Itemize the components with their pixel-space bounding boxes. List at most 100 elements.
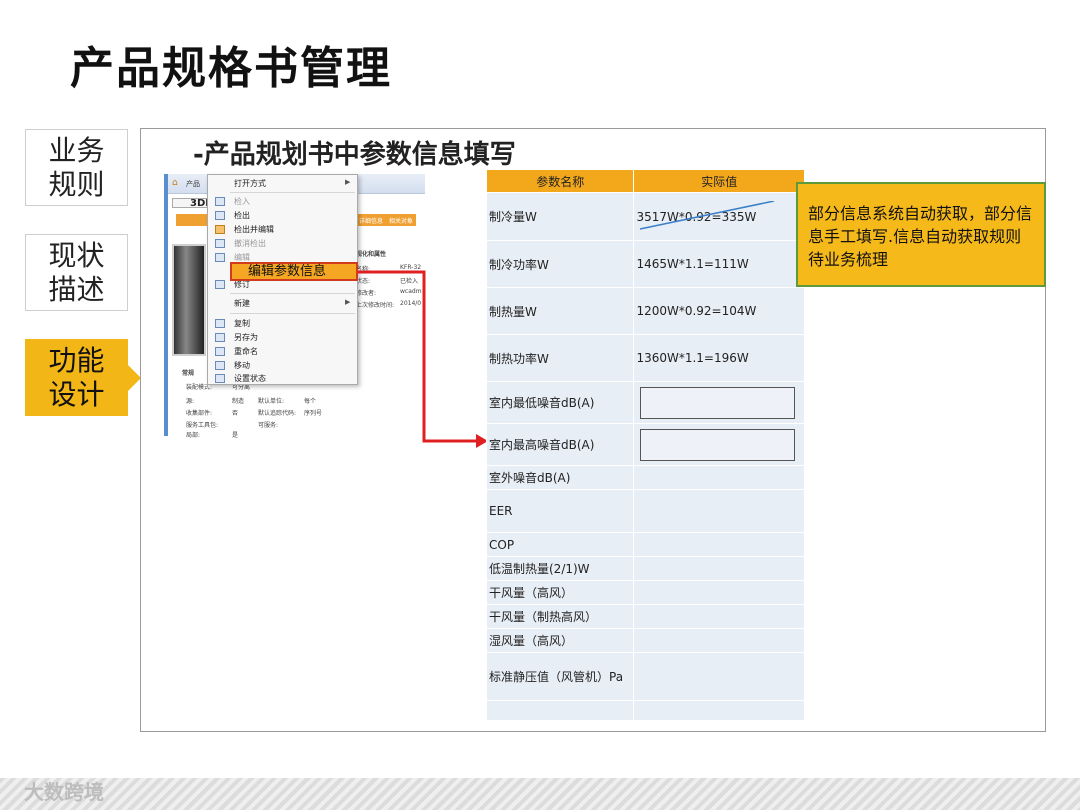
sidebar-item-label: 功能 设计 <box>48 343 105 411</box>
param-value <box>633 652 805 701</box>
edit-icon <box>215 253 225 262</box>
param-input[interactable] <box>640 386 796 419</box>
column-header-value: 实际值 <box>633 169 805 193</box>
param-name: COP <box>485 532 635 557</box>
product-thumbnail <box>172 244 206 356</box>
menu-item-save-as[interactable]: 另存为 <box>215 332 258 344</box>
param-value <box>633 700 805 721</box>
menu-item-label: 设置状态 <box>234 374 266 383</box>
section-title: -产品规划书中参数信息填写 <box>193 140 516 170</box>
param-name: 制冷量W <box>485 192 635 241</box>
menu-item-label: 修订 <box>234 280 250 289</box>
param-name: 制热功率W <box>485 334 635 382</box>
table-row: 干风量（制热高风） <box>485 604 805 629</box>
menu-item-edit-params[interactable]: 编辑参数信息 <box>230 262 358 281</box>
sidebar-item-business-rules[interactable]: 业务 规则 <box>25 129 128 206</box>
param-name: 室内最低噪音dB(A) <box>485 381 635 424</box>
submenu-arrow-icon: ▶ <box>345 178 351 186</box>
table-row: 湿风量（高风） <box>485 628 805 653</box>
menu-item-checkout-edit[interactable]: 检出并编辑 <box>215 224 274 236</box>
pencil-icon <box>215 225 225 234</box>
slide-title: 产品规格书管理 <box>70 43 392 94</box>
param-name <box>485 700 635 721</box>
column-header-name: 参数名称 <box>485 169 635 193</box>
table-row: 低温制热量(2/1)W <box>485 556 805 581</box>
param-value <box>633 628 805 653</box>
prop-label: 局部: <box>186 432 201 439</box>
menu-item-label: 撤消检出 <box>234 239 266 248</box>
menu-item-label: 编辑 <box>234 253 250 262</box>
tab-details[interactable]: 详细信息 <box>356 214 387 226</box>
menu-item-checkin[interactable]: 检入 <box>215 196 250 208</box>
param-name: 制热量W <box>485 287 635 335</box>
tab-related[interactable]: 相关对象 <box>386 214 417 226</box>
strike-line <box>640 201 775 230</box>
save-as-icon <box>215 333 225 342</box>
prop-section-label: 常规 <box>182 370 195 377</box>
prop-label: 上次修改时间: <box>356 302 395 309</box>
checkin-icon <box>215 197 225 206</box>
param-value <box>633 465 805 490</box>
table-row: 制冷功率W 1465W*1.1=111W <box>485 240 805 288</box>
app-header-label: 产品 <box>186 180 200 188</box>
param-input[interactable] <box>640 428 796 461</box>
table-header-row: 参数名称 实际值 <box>485 169 805 193</box>
param-name: 低温制热量(2/1)W <box>485 556 635 581</box>
menu-item-rename[interactable]: 重命名 <box>215 346 258 358</box>
param-value <box>633 604 805 629</box>
table-row: 制热量W 1200W*0.92=104W <box>485 287 805 335</box>
sidebar-item-current-state[interactable]: 现状 描述 <box>25 234 128 311</box>
menu-item-move[interactable]: 移动 <box>215 360 250 372</box>
prop-value: 制造 <box>232 398 245 405</box>
table-row: 标准静压值（风管机）Pa <box>485 652 805 701</box>
prop-label: 可服务: <box>258 422 279 429</box>
menu-item-label: 复制 <box>234 319 250 328</box>
prop-label: 修改者: <box>356 290 377 297</box>
menu-item-undo-checkout[interactable]: 撤消检出 <box>215 238 266 250</box>
table-row: EER <box>485 489 805 533</box>
menu-item-label: 移动 <box>234 361 250 370</box>
prop-value: 已检入 <box>400 278 419 285</box>
table-row: 室内最高噪音dB(A) <box>485 423 805 466</box>
param-value: 1465W*1.1=111W <box>633 240 805 288</box>
param-value-cell: 3517W*0.92=335W <box>633 192 805 241</box>
menu-item-set-state[interactable]: 设置状态 <box>215 373 266 385</box>
param-name: 标准静压值（风管机）Pa <box>485 652 635 701</box>
submenu-arrow-icon: ▶ <box>345 298 351 306</box>
watermark-logo: 大数跨境 <box>24 780 104 804</box>
rename-icon <box>215 347 225 356</box>
prop-value: 否 <box>232 410 239 417</box>
prop-value: 2014/0 <box>400 300 422 307</box>
prop-label: 收集部件: <box>186 410 213 417</box>
sidebar-item-label: 业务 规则 <box>48 133 105 201</box>
param-name: 制冷功率W <box>485 240 635 288</box>
prop-label: 状态: <box>356 278 371 285</box>
param-value-cell <box>633 381 805 424</box>
param-name: 干风量（高风） <box>485 580 635 605</box>
menu-item-copy[interactable]: 复制 <box>215 318 250 330</box>
prop-label: 服务工具包: <box>186 422 219 429</box>
menu-item-open-with[interactable]: 打开方式 <box>234 178 266 190</box>
menu-item-label: 另存为 <box>234 333 258 342</box>
prop-label: 默认追踪代码: <box>258 410 297 417</box>
prop-label: 默认单位: <box>258 398 285 405</box>
menu-item-new[interactable]: 新建 <box>234 298 250 310</box>
menu-separator <box>230 313 355 314</box>
callout-note: 部分信息系统自动获取，部分信息手工填写.信息自动获取规则待业务梳理 <box>796 182 1046 287</box>
revise-icon <box>215 280 225 289</box>
table-row: 室内最低噪音dB(A) <box>485 381 805 424</box>
param-name: 室外噪音dB(A) <box>485 465 635 490</box>
menu-item-label: 重命名 <box>234 347 258 356</box>
table-row: 制冷量W 3517W*0.92=335W <box>485 192 805 241</box>
sidebar-item-function-design[interactable]: 功能 设计 <box>25 339 128 416</box>
param-value: 1200W*0.92=104W <box>633 287 805 335</box>
home-icon[interactable]: ⌂ <box>172 178 178 188</box>
copy-icon <box>215 319 225 328</box>
menu-item-checkout[interactable]: 检出 <box>215 210 250 222</box>
menu-item-label: 打开方式 <box>234 179 266 188</box>
sidebar-item-label: 现状 描述 <box>48 238 105 306</box>
param-value <box>633 556 805 581</box>
table-row <box>485 700 805 721</box>
set-state-icon <box>215 374 225 383</box>
table-row: 室外噪音dB(A) <box>485 465 805 490</box>
